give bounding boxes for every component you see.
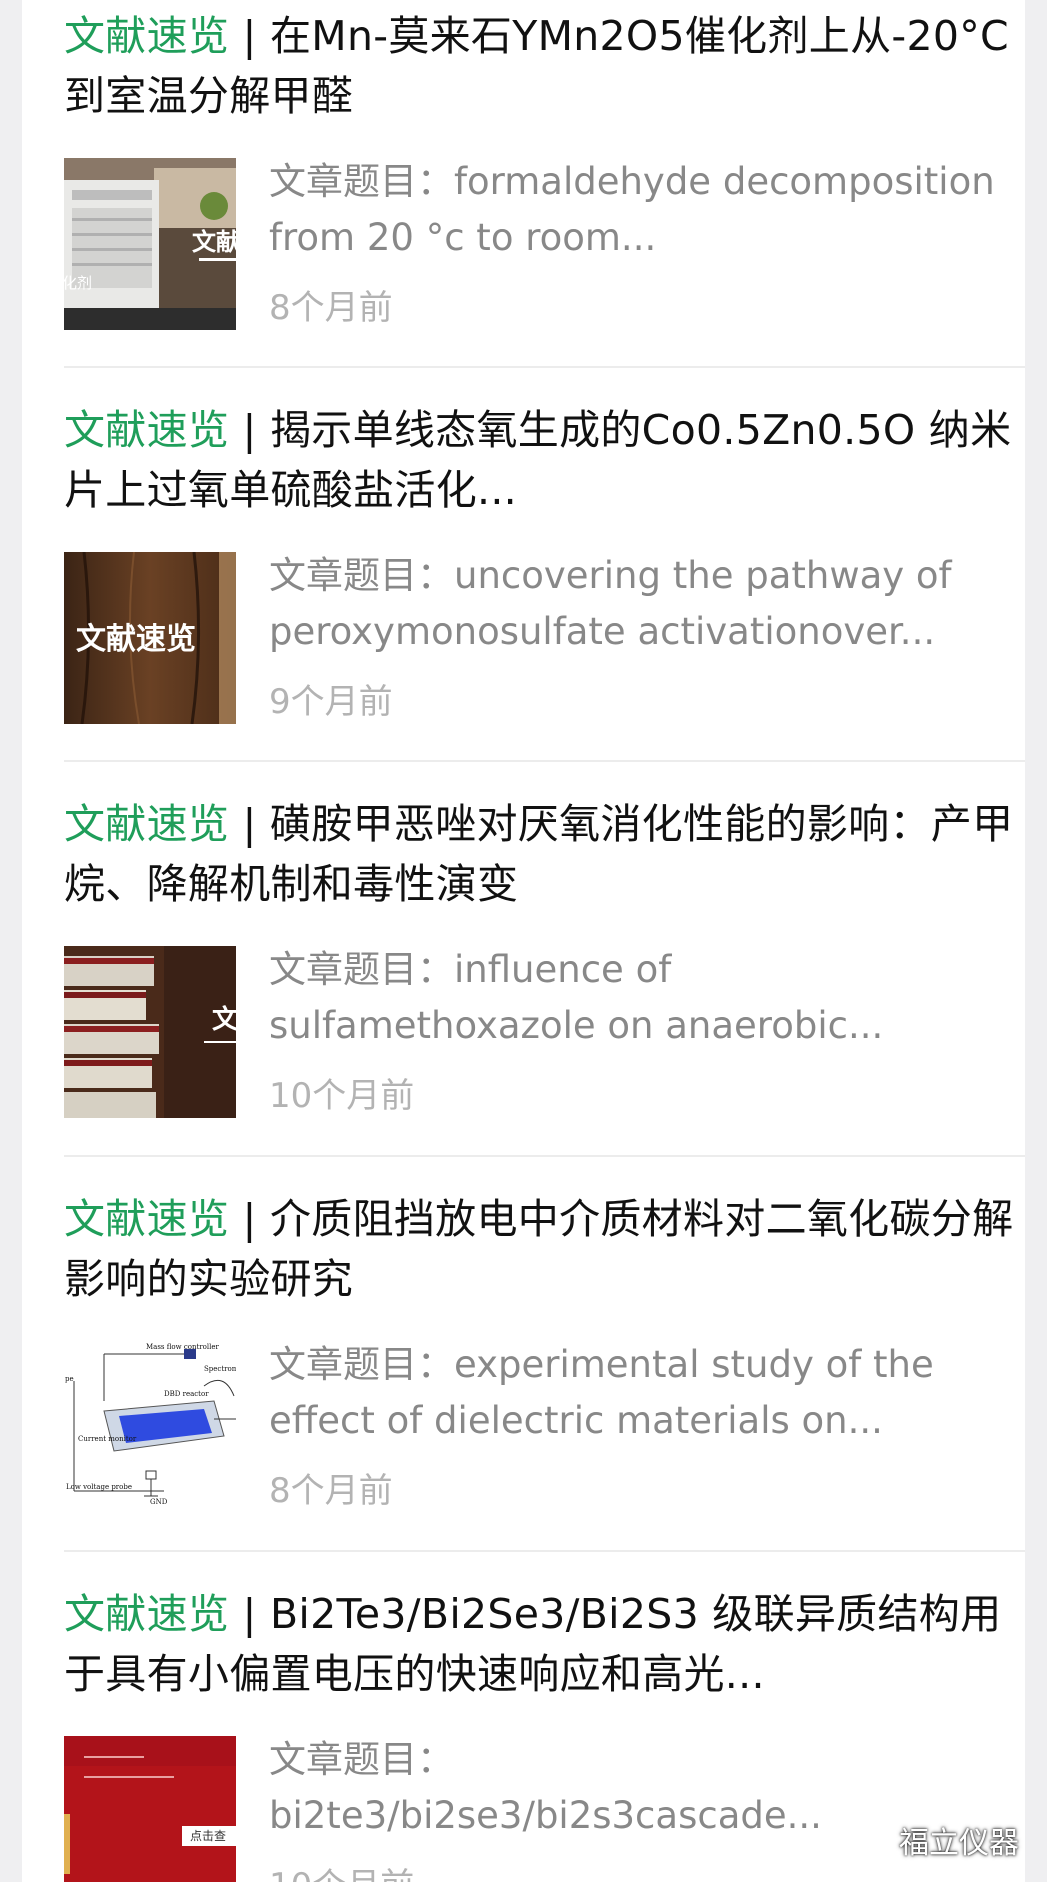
article-item-5[interactable]: 文献速览 | Bi2Te3/Bi2Se3/Bi2S3 级联异质结构用于具有小偏置…: [64, 1584, 1024, 1882]
desc-prefix: 文章题目：: [269, 1738, 454, 1781]
thumb-label-mfc: Mass flow controller: [146, 1343, 219, 1351]
article-title[interactable]: 文献速览 | 揭示单线态氧生成的Co0.5Zn0.5O 纳米片上过氧单硫酸盐活化…: [64, 400, 1019, 520]
thumb-text-2: 化剂: [64, 274, 92, 292]
article-thumbnail[interactable]: 文: [64, 946, 236, 1118]
desc-prefix: 文章题目：: [269, 948, 454, 991]
article-tag: 文献速览: [64, 12, 230, 60]
thumb-label-probe: Low voltage probe: [66, 1483, 132, 1491]
divider: [64, 1155, 1025, 1157]
thumb-label-pe: pe: [65, 1375, 74, 1383]
thumb-text: 文: [212, 1004, 236, 1035]
article-thumbnail[interactable]: 文献 化剂: [64, 158, 236, 330]
desc-prefix: 文章题目：: [269, 1343, 454, 1386]
thumb-text: 点击查: [190, 1829, 226, 1843]
article-meta: 文章题目：formaldehyde decomposition from 20 …: [269, 158, 1009, 328]
article-meta: 文章题目：influence of sulfamethoxazole on an…: [269, 946, 1009, 1116]
thumb-label-dbd: DBD reactor: [164, 1390, 209, 1398]
article-tag: 文献速览: [64, 800, 230, 848]
article-description: 文章题目：experimental study of the effect of…: [269, 1337, 1009, 1449]
article-tag: 文献速览: [64, 1195, 230, 1243]
article-meta: 文章题目：experimental study of the effect of…: [269, 1341, 1009, 1511]
watermark: 福立仪器: [849, 1818, 1019, 1862]
article-item-2[interactable]: 文献速览 | 揭示单线态氧生成的Co0.5Zn0.5O 纳米片上过氧单硫酸盐活化…: [64, 400, 1024, 724]
article-description: 文章题目：formaldehyde decomposition from 20 …: [269, 154, 1009, 266]
article-title[interactable]: 文献速览 | Bi2Te3/Bi2Se3/Bi2S3 级联异质结构用于具有小偏置…: [64, 1584, 1019, 1704]
article-title[interactable]: 文献速览 | 磺胺甲恶唑对厌氧消化性能的影响：产甲烷、降解机制和毒性演变: [64, 794, 1019, 914]
thumb-label-current: Current monitor: [78, 1435, 137, 1443]
article-thumbnail[interactable]: Mass flow controller Spectrom DBD reacto…: [64, 1341, 236, 1513]
article-thumbnail[interactable]: 点击查: [64, 1736, 236, 1882]
divider: [64, 1550, 1025, 1552]
desc-prefix: 文章题目：: [269, 554, 454, 597]
article-title[interactable]: 文献速览 | 在Mn-莫来石YMn2O5催化剂上从-20°C到室温分解甲醛: [64, 6, 1019, 126]
article-description: 文章题目：influence of sulfamethoxazole on an…: [269, 942, 1009, 1054]
article-title[interactable]: 文献速览 | 介质阻挡放电中介质材料对二氧化碳分解影响的实验研究: [64, 1189, 1019, 1309]
wechat-icon: [849, 1821, 889, 1859]
article-time: 8个月前: [269, 1471, 393, 1511]
watermark-label: 福立仪器: [899, 1826, 1019, 1861]
divider: [64, 760, 1025, 762]
desc-text: bi2te3/bi2se3/bi2s3cascade...: [269, 1794, 822, 1837]
thumb-label-gnd: GND: [150, 1498, 168, 1506]
divider: [64, 366, 1025, 368]
desc-prefix: 文章题目：: [269, 160, 454, 203]
thumb-text: 文献: [192, 228, 236, 256]
article-time: 10个月前: [269, 1076, 415, 1116]
article-description: 文章题目：uncovering the pathway of peroxymon…: [269, 548, 1009, 660]
article-time: 8个月前: [269, 288, 393, 328]
article-list: 文献速览 | 在Mn-莫来石YMn2O5催化剂上从-20°C到室温分解甲醛 文献…: [22, 0, 1025, 1882]
article-thumbnail[interactable]: 文献速览: [64, 552, 236, 724]
article-time: 9个月前: [269, 682, 393, 722]
thumb-text: 文献速览: [76, 622, 196, 657]
article-tag: 文献速览: [64, 1590, 230, 1638]
article-time: 10个月前: [269, 1866, 1009, 1882]
article-item-4[interactable]: 文献速览 | 介质阻挡放电中介质材料对二氧化碳分解影响的实验研究 Mass fl…: [64, 1189, 1024, 1513]
article-meta: 文章题目：uncovering the pathway of peroxymon…: [269, 552, 1009, 722]
article-item-1[interactable]: 文献速览 | 在Mn-莫来石YMn2O5催化剂上从-20°C到室温分解甲醛 文献…: [64, 6, 1024, 330]
thumb-label-spectrometer: Spectrom: [204, 1365, 236, 1373]
article-tag: 文献速览: [64, 406, 230, 454]
article-item-3[interactable]: 文献速览 | 磺胺甲恶唑对厌氧消化性能的影响：产甲烷、降解机制和毒性演变 文 文…: [64, 794, 1024, 1118]
